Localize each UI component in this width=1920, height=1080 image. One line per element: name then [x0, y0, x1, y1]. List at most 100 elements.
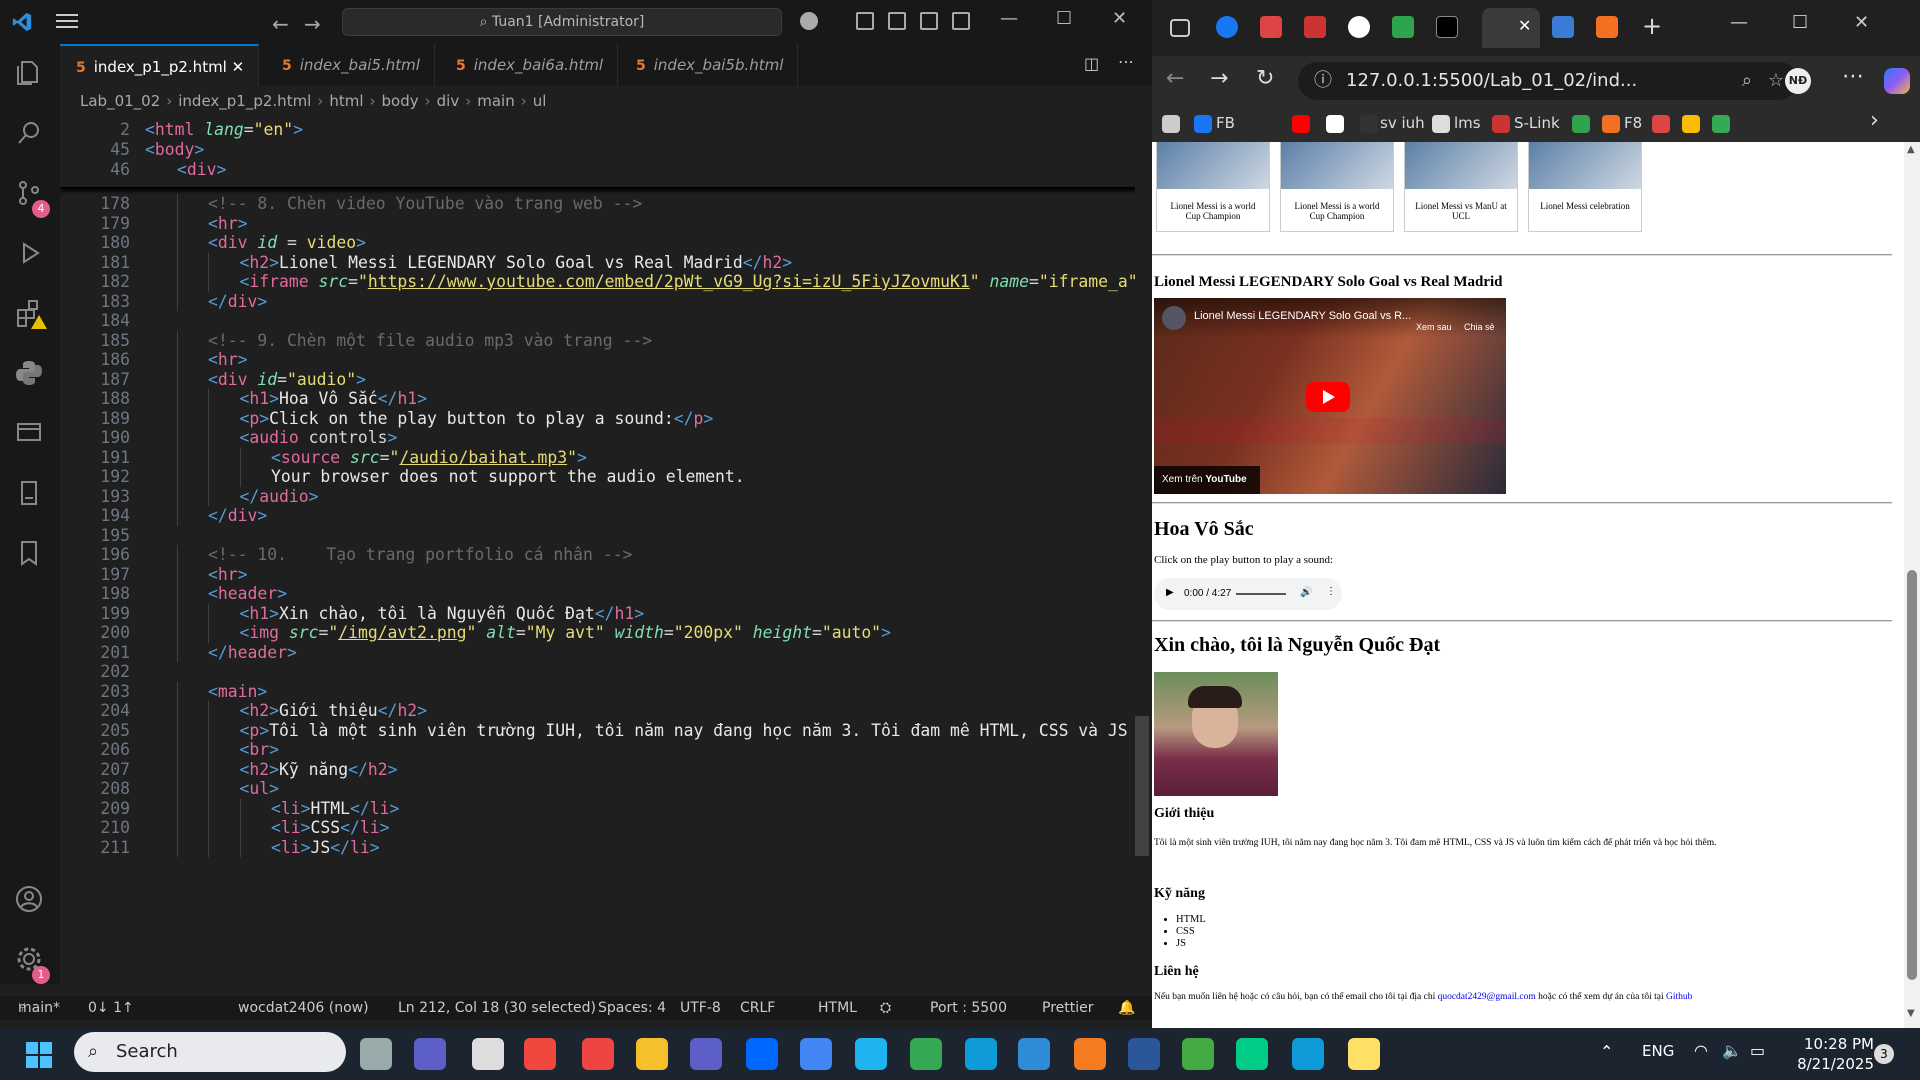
language-mode[interactable]: HTML — [818, 996, 857, 1020]
live-server-port[interactable]: Port : 5500 — [930, 996, 1007, 1020]
cursor-position[interactable]: Ln 212, Col 18 (30 selected) — [398, 996, 596, 1020]
audio-more-icon[interactable]: ⋮ — [1326, 586, 1336, 597]
python-icon[interactable] — [14, 358, 44, 388]
sv-iuh-icon[interactable] — [1360, 115, 1378, 133]
show-hidden-icons[interactable]: ⌃ — [1600, 1042, 1613, 1061]
code-line[interactable]: <h1>Hoa Vô Sắc</h1> — [240, 389, 428, 408]
word-icon[interactable] — [1128, 1038, 1160, 1070]
copilot-icon[interactable] — [800, 12, 818, 30]
bookmark-icon[interactable] — [14, 538, 44, 568]
scrollbar-thumb[interactable] — [1907, 570, 1917, 980]
copilot-status-icon[interactable]: ⛭ — [880, 996, 891, 1020]
code-line[interactable]: Your browser does not support the audio … — [271, 467, 745, 486]
notifications-bell-icon[interactable]: 🔔 — [1118, 996, 1135, 1020]
code-line[interactable]: <p>Click on the play button to play a so… — [240, 409, 714, 428]
bookmark-item[interactable]: F8 — [1624, 114, 1642, 132]
tab-gmail-icon[interactable] — [1260, 16, 1282, 38]
more-icon[interactable]: ⋯ — [1842, 64, 1864, 89]
bookmarks-overflow-icon[interactable]: › — [1870, 108, 1879, 133]
task-view-icon[interactable] — [360, 1038, 392, 1070]
split-editor-icon[interactable]: ◫ — [1084, 54, 1099, 73]
minimize-icon[interactable]: — — [1730, 12, 1748, 33]
code-line[interactable]: <!-- 9. Chèn một file audio mp3 vào tran… — [208, 331, 652, 350]
command-center[interactable]: ⌕ Tuan1 [Administrator] — [342, 8, 782, 36]
code-line[interactable]: <iframe src="https://www.youtube.com/emb… — [240, 272, 1139, 291]
s-link-icon[interactable] — [1492, 115, 1510, 133]
git-kraken-icon[interactable] — [1182, 1038, 1214, 1070]
layout-icon[interactable] — [856, 12, 874, 30]
youtube-icon[interactable] — [1292, 115, 1310, 133]
gallery-card[interactable]: Lionel Messi is a world Cup Champion — [1280, 142, 1394, 232]
code-line[interactable]: <li>CSS</li> — [271, 818, 389, 837]
tab-favicon-icon[interactable] — [1304, 16, 1326, 38]
code-line[interactable]: <h2>Giới thiệu</h2> — [240, 701, 428, 720]
scroll-down-icon[interactable]: ▼ — [1907, 1008, 1915, 1019]
breadcrumb-item[interactable]: body — [382, 92, 419, 110]
forward-icon[interactable]: → — [1210, 66, 1228, 91]
tab-actions-icon[interactable] — [1170, 19, 1190, 37]
code-line[interactable]: <header> — [208, 584, 287, 603]
account-icon[interactable] — [14, 884, 44, 914]
code-line[interactable]: <h1>Xin chào, tôi là Nguyễn Quốc Đạt</h1… — [240, 604, 645, 623]
scroll-up-icon[interactable]: ▲ — [1907, 144, 1915, 155]
editor-scrollbar[interactable] — [1135, 116, 1149, 984]
reload-icon[interactable]: ↻ — [1256, 66, 1274, 91]
more-actions-icon[interactable]: ⋯ — [1118, 52, 1134, 71]
code-line[interactable]: </header> — [208, 643, 297, 662]
code-line[interactable]: <div id = video> — [208, 233, 366, 252]
breadcrumb-item[interactable]: index_p1_p2.html — [178, 92, 311, 110]
input-language[interactable]: ENG — [1642, 1042, 1674, 1060]
close-icon[interactable]: ✕ — [1854, 12, 1869, 33]
code-line[interactable]: <ul> — [240, 779, 280, 798]
drive-icon[interactable] — [1712, 115, 1730, 133]
menu-icon[interactable] — [56, 13, 78, 29]
line-ending[interactable]: CRLF — [740, 996, 775, 1020]
code-line[interactable]: <audio controls> — [240, 428, 398, 447]
breadcrumb-item[interactable]: html — [329, 92, 363, 110]
chrome-icon[interactable] — [800, 1038, 832, 1070]
email-link[interactable]: quocdat2429@gmail.com — [1438, 992, 1536, 1002]
windows-start-icon[interactable] — [26, 1042, 52, 1068]
taskbar-search[interactable]: ⌕ Search — [74, 1032, 346, 1072]
toggle-panel-icon[interactable] — [920, 12, 938, 30]
share-label[interactable]: Chia sẻ — [1464, 322, 1495, 332]
youtube-video-embed[interactable]: Lionel Messi LEGENDARY Solo Goal vs R...… — [1154, 298, 1506, 494]
code-line[interactable]: <!-- 8. Chèn video YouTube vào trang web… — [208, 194, 642, 213]
code-line[interactable]: <hr> — [208, 565, 248, 584]
volume-icon[interactable]: 🔈 — [1722, 1041, 1742, 1060]
youtube-play-button[interactable] — [1306, 382, 1350, 412]
tab-index_p1_p2-html[interactable]: 5 index_p1_p2.html ✕ — [60, 44, 260, 86]
w-icon[interactable] — [1572, 115, 1590, 133]
volume-icon[interactable]: 🔊 — [1300, 587, 1312, 598]
breadcrumb-item[interactable]: ul — [533, 92, 547, 110]
tab-v-icon[interactable] — [1552, 16, 1574, 38]
code-line[interactable]: <br> — [240, 740, 280, 759]
tab-active[interactable]: ✕ — [1482, 8, 1540, 48]
book-icon[interactable] — [14, 478, 44, 508]
play-icon[interactable]: ▶ — [1166, 587, 1174, 598]
tab-index_bai6a-html[interactable]: 5 index_bai6a.html — [440, 44, 619, 86]
sticky-line[interactable]: <html lang="en"> — [145, 120, 303, 139]
bookmark-item[interactable]: lms — [1454, 114, 1481, 132]
snipping-icon[interactable] — [582, 1038, 614, 1070]
github-link[interactable]: Github — [1666, 992, 1692, 1002]
explorer-icon[interactable] — [14, 58, 44, 88]
reading-list-icon[interactable] — [1162, 115, 1180, 133]
wifi-icon[interactable]: ◠ — [1694, 1041, 1708, 1060]
copilot-icon[interactable] — [1884, 68, 1910, 94]
code-line[interactable]: <li>HTML</li> — [271, 799, 399, 818]
code-line[interactable]: <source src="/audio/baihat.mp3"> — [271, 448, 587, 467]
sync-status[interactable]: 0↓ 1↑ — [88, 996, 134, 1020]
maximize-icon[interactable]: ☐ — [1056, 8, 1072, 29]
sticky-line[interactable]: <body> — [145, 140, 204, 159]
encoding[interactable]: UTF-8 — [680, 996, 721, 1020]
meet-icon[interactable] — [414, 1038, 446, 1070]
photos-icon[interactable] — [1682, 115, 1700, 133]
breadcrumb-item[interactable]: div — [437, 92, 460, 110]
breadcrumb-item[interactable]: Lab_01_02 — [80, 92, 160, 110]
code-line[interactable]: <h2>Kỹ năng</h2> — [240, 760, 398, 779]
prettier-status[interactable]: Prettier — [1042, 996, 1094, 1020]
close-tab-icon[interactable]: ✕ — [227, 58, 245, 76]
git-icon[interactable] — [524, 1038, 556, 1070]
code-line[interactable]: <main> — [208, 682, 267, 701]
